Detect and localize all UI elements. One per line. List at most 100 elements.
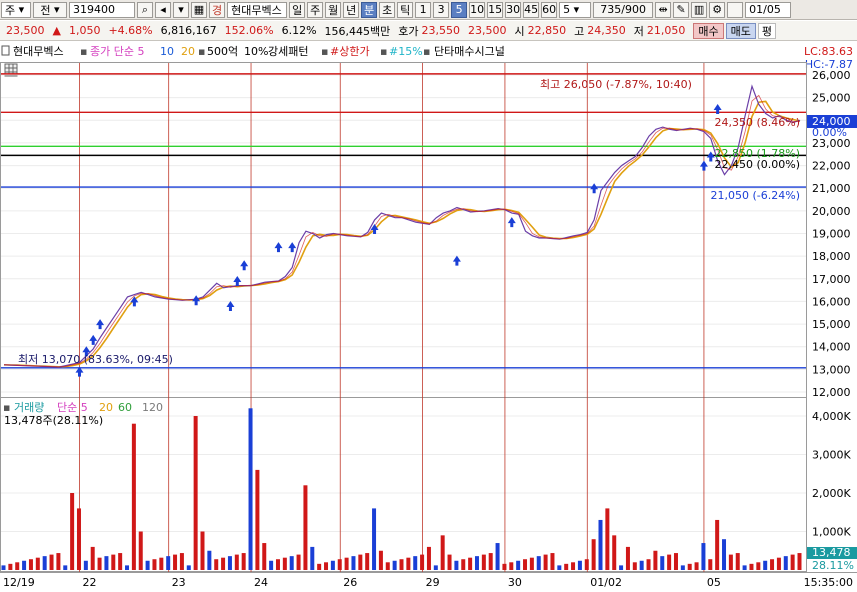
volume-bar [269,560,274,570]
volume-bar [598,519,603,570]
draw-icon[interactable]: ✎ [673,1,690,18]
volume-bar [660,556,665,570]
buy-signal-marker [233,276,242,287]
current-price: 23,500 [6,24,45,37]
minute-45[interactable]: 45 [523,1,540,18]
gear-icon[interactable]: ⚙ [709,1,726,18]
toolbar: 주 ▾ 전 ▾ 319400 ⌕ ◂ ▾ ▦ 경 현대무벡스 일 주 월 년 분… [0,0,857,20]
minute-3[interactable]: 3 [433,1,450,18]
legend-pattern: 강세패턴 [268,45,308,58]
volume-bar [166,556,171,570]
price-tick-label: 17,000 [812,273,851,286]
period-year[interactable]: 년 [343,1,360,18]
minute-15[interactable]: 15 [487,1,504,18]
legend-lc: LC:83.63 [804,45,853,58]
current-volume-tag-text: 13,478 [812,546,851,559]
volume-bar [632,562,637,570]
buy-button[interactable]: 매수 [693,22,724,39]
time-tick-label: 22 [82,576,96,589]
volume-bar [447,554,452,570]
prev-select[interactable]: 전 ▾ [33,1,67,18]
volume-bar [557,565,562,570]
time-tick-label: 01/02 [590,576,622,589]
volume-axis: 4,000K 3,000K 2,000K 1,000K [812,410,851,539]
date-field[interactable]: 01/05 [745,1,792,18]
legend-marker-icon: ▪ [198,45,205,58]
trade-amount: 156,445백만 [324,24,391,38]
minute-1[interactable]: 1 [415,1,432,18]
volume-bar [625,546,630,570]
minute-select-value: 5 [563,3,571,16]
open-label: 시 [514,24,525,38]
volume-bar [193,416,198,570]
minute-60[interactable]: 60 [541,1,558,18]
ma5-line [3,94,800,368]
period-week[interactable]: 주 [307,1,324,18]
high-annotation: 최고 26,050 (-7.87%, 10:40) [540,78,692,91]
level-annotation-4: 21,050 (-6.24%) [711,189,800,202]
chevron-down-icon[interactable]: ▾ [173,1,189,18]
minute-30[interactable]: 30 [505,1,522,18]
legend-stock-name: 현대무벡스 [13,45,64,58]
period-day[interactable]: 일 [289,1,306,18]
current-volume-pct-text: 28.11% [812,559,854,572]
volume-bar [509,562,514,570]
volume-bar [536,556,541,570]
market-select[interactable]: 주 ▾ [1,1,31,18]
sell-button[interactable]: 매도 [725,22,756,39]
volume-bar [324,562,329,570]
volume-legend: ▪ 거래량 단순 5 20 60 120 13,478주(28.11%) [3,401,163,427]
volume-legend-ma20: 20 [99,401,113,414]
minute-5[interactable]: 5 [451,1,468,18]
price-tick-label: 21,000 [812,182,851,195]
volume-bar [90,546,95,570]
period-minute[interactable]: 분 [361,1,378,18]
volume-bar [440,535,445,570]
volume-bar [200,531,205,570]
buy-signal-markers [75,103,722,377]
code-input[interactable]: 319400 [69,1,135,18]
search-icon[interactable]: ⌕ [137,1,153,18]
volume-legend-title: 거래량 [14,401,44,414]
volume-bar [70,493,75,570]
time-tick-label: 12/19 [3,576,35,589]
high-label: 고 [574,24,585,38]
price-tick-label: 16,000 [812,295,851,308]
volume-legend-ma60: 60 [118,401,132,414]
volume-bar [433,565,438,570]
volume-bar [708,559,713,570]
stock-name: 현대무벡스 [231,3,282,17]
eval-button[interactable]: 평 [757,22,777,39]
volume-bar [35,557,40,570]
minute-select[interactable]: 5 ▾ [559,1,592,18]
period-second[interactable]: 초 [379,1,396,18]
volume-bar [392,560,397,570]
volume-bar [221,557,226,570]
volume-bar [22,560,27,570]
stock-name-field[interactable]: 현대무벡스 [227,1,288,18]
volume-bar [571,562,576,570]
volume-bar [56,553,61,570]
time-tick-label: 30 [508,576,522,589]
volume-legend-ma120: 120 [142,401,163,414]
minute-10[interactable]: 10 [469,1,486,18]
low-label: 저 [633,24,644,38]
checkbox[interactable] [727,1,744,18]
low-price: 21,050 [646,24,686,37]
volume-bar [722,539,727,570]
volume-bar [28,559,33,570]
buy-signal-marker [240,260,249,271]
legend-pct10: 10% [244,45,268,58]
period-month[interactable]: 월 [325,1,342,18]
bars-icon[interactable]: ⇹ [655,1,672,18]
speaker-icon[interactable]: ◂ [155,1,171,18]
layout-icon[interactable]: ▥ [691,1,708,18]
grid-icon[interactable]: ▦ [191,1,207,18]
period-tick[interactable]: 틱 [397,1,414,18]
volume-bar [76,508,81,570]
volume-bar [591,539,596,570]
price-tick-label: 15,000 [812,318,851,331]
buy-signal-marker [452,255,461,266]
volume-bar [8,563,13,570]
volume-bar [550,553,555,570]
